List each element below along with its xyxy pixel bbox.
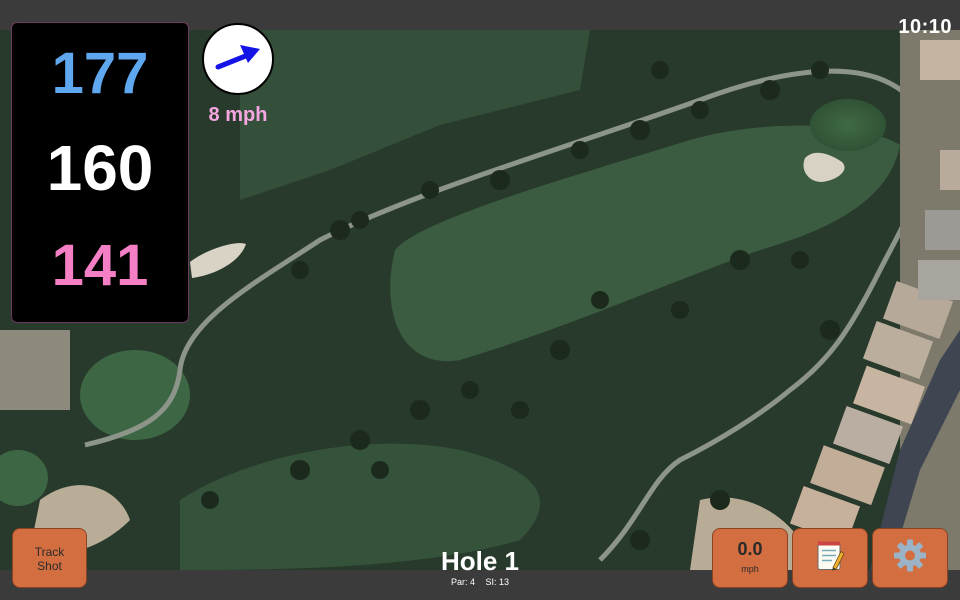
distance-back: 177 (51, 41, 149, 106)
par-label: Par: 4 (450, 577, 475, 587)
settings-button[interactable] (872, 528, 948, 588)
wind-speed: 8 mph (208, 104, 268, 126)
track-shot-button[interactable]: Track Shot (12, 528, 87, 588)
track-shot-label: Track Shot (34, 545, 65, 573)
stroke-index-label: SI: 13 (485, 577, 510, 587)
gear-icon (893, 539, 927, 578)
notepad-icon (815, 540, 845, 577)
distance-panel: 177 160 141 (11, 22, 189, 323)
hole-title: Hole 1 (440, 546, 520, 576)
speed-button[interactable]: 0.0 mph (712, 528, 788, 588)
speed-value: 0.0 (737, 539, 763, 559)
clock: 10:10 (898, 16, 952, 38)
wind-direction-arrow-icon (215, 45, 260, 70)
hole-details: Par: 4 SI: 13 (380, 577, 580, 587)
distance-front: 141 (51, 233, 149, 298)
notes-button[interactable] (792, 528, 868, 588)
wind-indicator[interactable] (202, 23, 274, 95)
speed-unit: mph (741, 564, 759, 574)
golf-gps-screen: 10:10 177 160 141 8 mph Hole 1 Par: 4 SI… (0, 0, 960, 600)
distance-middle: 160 (46, 132, 154, 204)
